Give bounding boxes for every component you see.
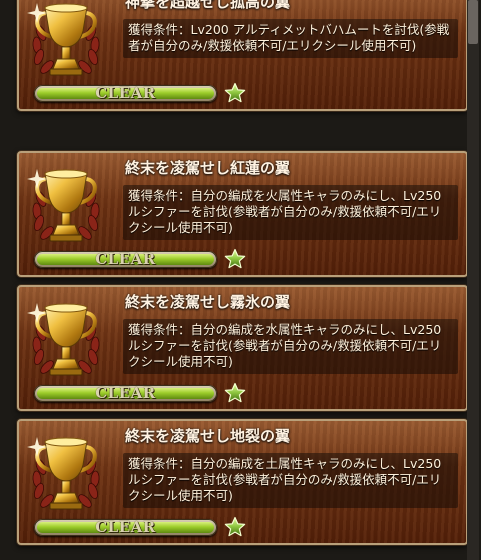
achievement-condition: 獲得条件：自分の編成を水属性キャラのみにし、Lv250 ルシファーを討伐(参戦者…: [123, 319, 458, 374]
scrollbar-thumb[interactable]: [468, 0, 478, 44]
achievement-title: 神撃を超越せし孤高の翼: [125, 0, 291, 11]
star-icon: [224, 382, 246, 404]
clear-progress-bar: CLEAR: [34, 251, 217, 268]
achievement-card[interactable]: 終末を凌駕せし紅蓮の翼 獲得条件：自分の編成を火属性キャラのみにし、Lv250 …: [17, 151, 468, 277]
achievement-condition: 獲得条件：自分の編成を火属性キャラのみにし、Lv250 ルシファーを討伐(参戦者…: [123, 185, 458, 240]
gold-trophy-icon: [25, 0, 107, 81]
gold-trophy-icon: [25, 163, 107, 247]
achievement-card[interactable]: 終末を凌駕せし霧氷の翼 獲得条件：自分の編成を水属性キャラのみにし、Lv250 …: [17, 285, 468, 411]
achievement-title: 終末を凌駕せし地裂の翼: [125, 427, 291, 445]
clear-progress-bar: CLEAR: [34, 519, 217, 536]
gold-trophy-icon: [25, 431, 107, 515]
achievement-title: 終末を凌駕せし霧氷の翼: [125, 293, 291, 311]
achievement-title: 終末を凌駕せし紅蓮の翼: [125, 159, 291, 177]
achievement-condition: 獲得条件：自分の編成を土属性キャラのみにし、Lv250 ルシファーを討伐(参戦者…: [123, 453, 458, 508]
gold-trophy-icon: [25, 297, 107, 381]
clear-label: CLEAR: [95, 84, 156, 102]
star-icon: [224, 82, 246, 104]
achievement-list[interactable]: 神撃を超越せし孤高の翼 獲得条件：Lv200 アルティメットバハムートを討伐(参…: [0, 0, 481, 560]
achievement-condition: 獲得条件：Lv200 アルティメットバハムートを討伐(参戦者が自分のみ/救援依頼…: [123, 19, 458, 58]
scrollbar[interactable]: [467, 0, 479, 560]
achievement-card[interactable]: 神撃を超越せし孤高の翼 獲得条件：Lv200 アルティメットバハムートを討伐(参…: [17, 0, 468, 111]
clear-label: CLEAR: [95, 518, 156, 536]
clear-progress-bar: CLEAR: [34, 385, 217, 402]
star-icon: [224, 248, 246, 270]
star-icon: [224, 516, 246, 538]
clear-label: CLEAR: [95, 250, 156, 268]
clear-progress-bar: CLEAR: [34, 85, 217, 102]
clear-label: CLEAR: [95, 384, 156, 402]
achievement-card[interactable]: 終末を凌駕せし地裂の翼 獲得条件：自分の編成を土属性キャラのみにし、Lv250 …: [17, 419, 468, 545]
